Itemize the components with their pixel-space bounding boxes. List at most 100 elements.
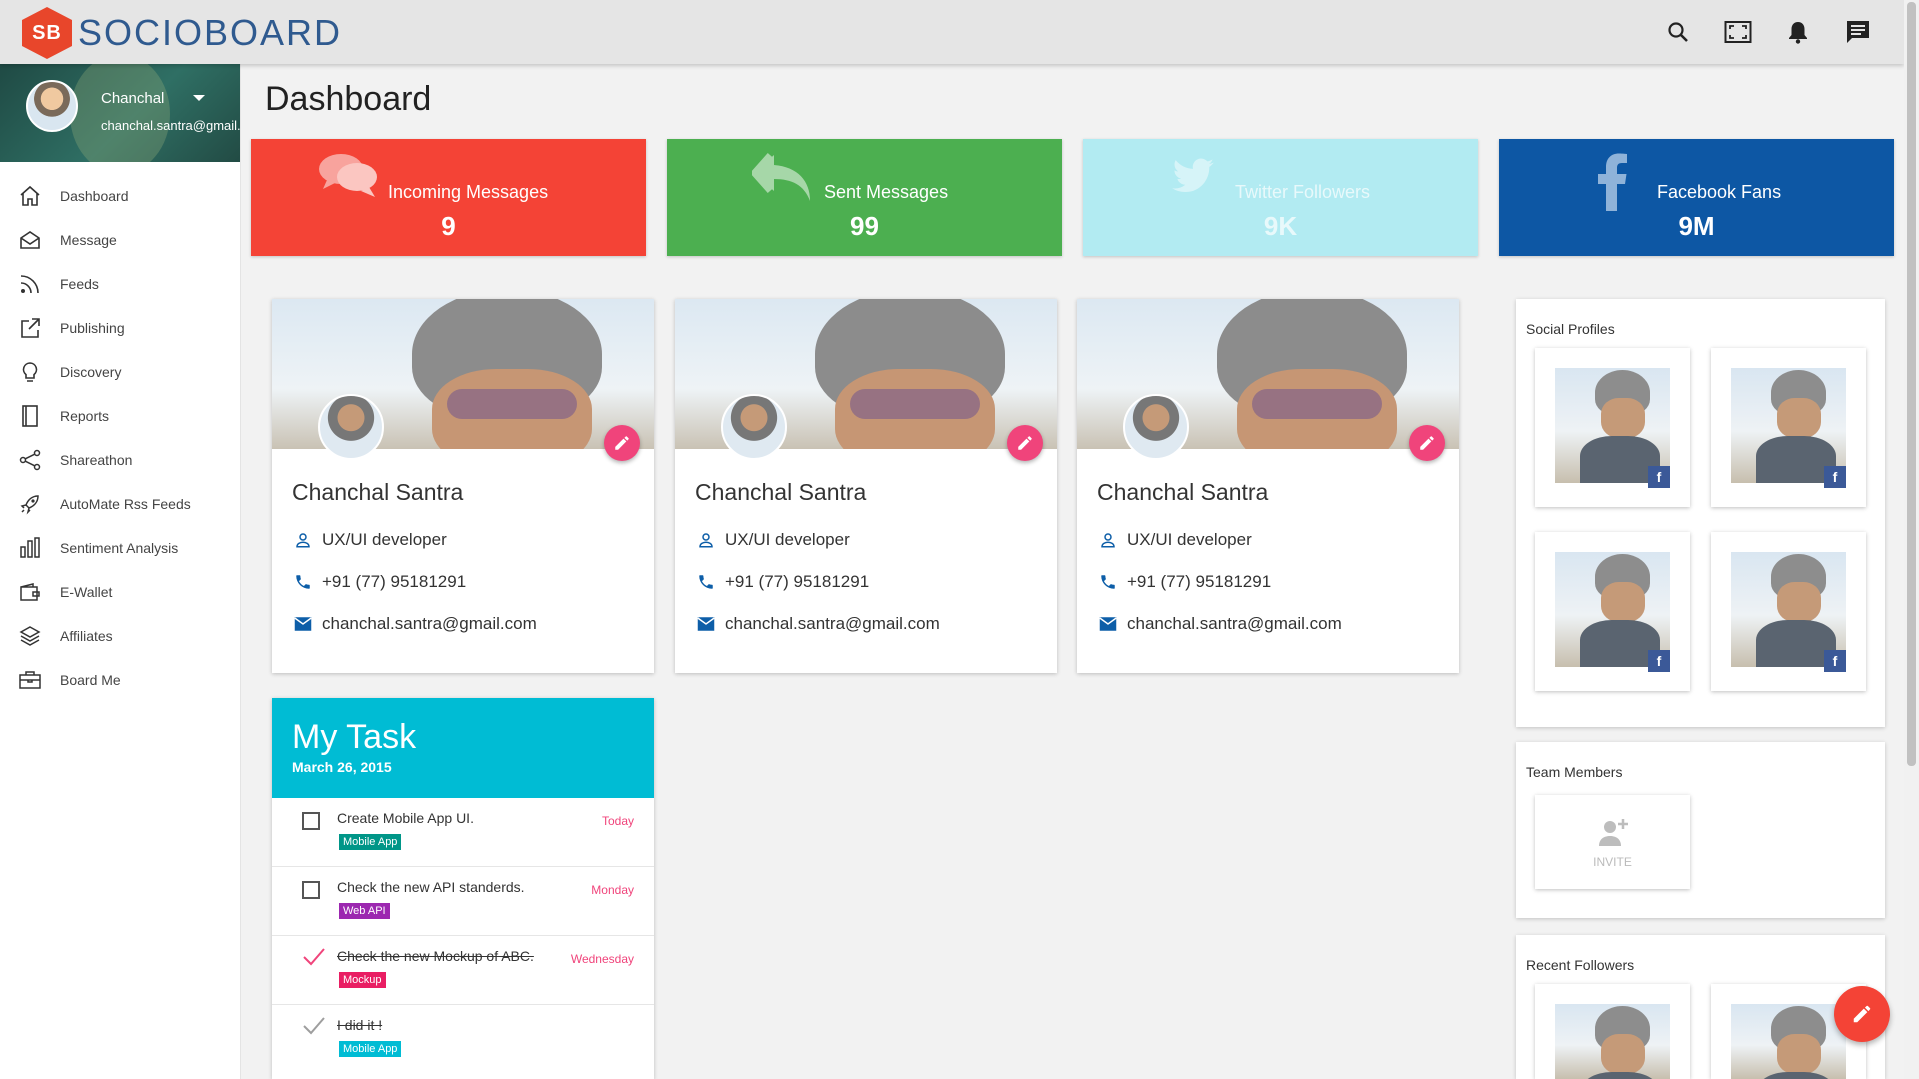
task-text: Create Mobile App UI.: [337, 810, 474, 826]
email-text[interactable]: chanchal.santra@gmail.com: [322, 614, 537, 634]
stat-value: 9M: [1678, 211, 1715, 241]
profile-email: chanchal.santra@gmail.com: [695, 613, 940, 635]
profile-card: Chanchal Santra UX/UI developer +91 (77)…: [272, 299, 654, 673]
sidebar-item-label: Message: [60, 232, 117, 248]
sidebar-item-label: Reports: [60, 408, 110, 424]
social-profile-thumb[interactable]: f: [1535, 348, 1690, 507]
checkmark-icon[interactable]: [302, 1015, 326, 1042]
avatar[interactable]: [1123, 394, 1189, 460]
sidebar-item-shareathon[interactable]: Shareathon: [0, 438, 240, 482]
follower-thumb[interactable]: [1535, 984, 1690, 1079]
mail-icon: [1097, 613, 1119, 635]
edit-button[interactable]: [1007, 425, 1043, 461]
task-text: Check the new Mockup of ABC.: [337, 948, 534, 964]
task-tag: Mockup: [339, 972, 386, 988]
profile-phone: +91 (77) 95181291: [1097, 571, 1271, 593]
phone-icon: [292, 571, 314, 593]
profile-photo: [1731, 1004, 1846, 1079]
mail-icon: [695, 613, 717, 635]
bell-icon[interactable]: [1782, 16, 1814, 48]
share-box-icon: [16, 314, 44, 342]
sidebar-item-message[interactable]: Message: [0, 218, 240, 262]
task-text: I did it !: [337, 1017, 383, 1033]
checkmark-icon[interactable]: [302, 946, 326, 973]
task-day: Monday: [591, 883, 634, 897]
recent-followers-panel: Recent Followers: [1516, 935, 1885, 1079]
stat-label: Facebook Fans: [1657, 182, 1782, 202]
email-text[interactable]: chanchal.santra@gmail.com: [1127, 614, 1342, 634]
sidebar-item-dashboard[interactable]: Dashboard: [0, 174, 240, 218]
social-profile-thumb[interactable]: f: [1535, 532, 1690, 691]
app-logo[interactable]: SB SOCIOBOARD: [22, 7, 342, 59]
pencil-icon: [1420, 436, 1434, 450]
sidebar-item-e-wallet[interactable]: E-Wallet: [0, 570, 240, 614]
sidebar-item-label: Sentiment Analysis: [60, 540, 179, 556]
sidebar-item-publishing[interactable]: Publishing: [0, 306, 240, 350]
task-day: Wednesday: [570, 952, 634, 966]
sidebar-item-reports[interactable]: Reports: [0, 394, 240, 438]
task-item: Create Mobile App UI. Today Mobile App: [272, 798, 654, 867]
sidebar-item-feeds[interactable]: Feeds: [0, 262, 240, 306]
edit-button[interactable]: [1409, 425, 1445, 461]
scrollbar-thumb[interactable]: [1907, 2, 1916, 766]
sidebar-item-label: Feeds: [60, 276, 99, 292]
social-profile-thumb[interactable]: f: [1711, 348, 1866, 507]
person-icon: [695, 529, 717, 551]
sidebar-item-board-me[interactable]: Board Me: [0, 658, 240, 702]
page-scrollbar[interactable]: [1904, 0, 1919, 1079]
sidebar: Chanchal chanchal.santra@gmail.com Dashb…: [0, 64, 241, 1079]
stat-sent-messages[interactable]: Sent Messages 99: [667, 139, 1062, 256]
avatar[interactable]: [318, 394, 384, 460]
avatar[interactable]: [26, 80, 78, 132]
stat-twitter-followers[interactable]: Twitter Followers 9K: [1083, 139, 1478, 256]
profile-name: Chanchal Santra: [1097, 479, 1269, 505]
search-icon[interactable]: [1662, 16, 1694, 48]
profile-card: Chanchal Santra UX/UI developer +91 (77)…: [1077, 299, 1459, 673]
task-checkbox[interactable]: [302, 812, 320, 830]
phone-icon: [1097, 571, 1119, 593]
profile-background: [70, 64, 170, 162]
stat-facebook-fans[interactable]: Facebook Fans 9M: [1499, 139, 1894, 256]
briefcase-icon: [16, 666, 44, 694]
sidebar-item-label: Board Me: [60, 672, 121, 688]
add-user-icon: [1596, 815, 1630, 854]
facebook-icon: f: [1824, 650, 1846, 672]
pencil-icon: [1853, 1005, 1871, 1023]
lightbulb-icon: [16, 358, 44, 386]
profile-role: UX/UI developer: [695, 529, 850, 551]
avatar[interactable]: [721, 394, 787, 460]
stat-incoming-messages[interactable]: Incoming Messages 9: [251, 139, 646, 256]
twitter-icon: [1165, 151, 1221, 206]
sidebar-item-label: E-Wallet: [60, 584, 113, 600]
compose-fab-button[interactable]: [1834, 986, 1890, 1042]
task-checkbox[interactable]: [302, 881, 320, 899]
facebook-icon: [1595, 151, 1629, 216]
invite-label: INVITE: [1593, 855, 1632, 869]
sidebar-item-label: Discovery: [60, 364, 122, 380]
sidebar-item-affiliates[interactable]: Affiliates: [0, 614, 240, 658]
chat-icon[interactable]: [1842, 16, 1874, 48]
person-icon: [292, 529, 314, 551]
profile-role: UX/UI developer: [1097, 529, 1252, 551]
task-day: Today: [601, 814, 634, 828]
fullscreen-icon[interactable]: [1722, 16, 1754, 48]
user-profile-header[interactable]: Chanchal chanchal.santra@gmail.com: [0, 64, 240, 162]
phone-text: +91 (77) 95181291: [322, 572, 467, 591]
logo-mark: SB: [22, 7, 72, 59]
phone-text: +91 (77) 95181291: [1127, 572, 1272, 591]
sidebar-item-automate-rss[interactable]: AutoMate Rss Feeds: [0, 482, 240, 526]
mail-icon: [292, 613, 314, 635]
chevron-down-icon[interactable]: [193, 95, 205, 101]
sidebar-item-discovery[interactable]: Discovery: [0, 350, 240, 394]
user-name: Chanchal: [101, 90, 165, 107]
sidebar-item-sentiment-analysis[interactable]: Sentiment Analysis: [0, 526, 240, 570]
sidebar-item-label: Affiliates: [60, 628, 113, 644]
social-profile-thumb[interactable]: f: [1711, 532, 1866, 691]
social-profiles-panel: Social Profiles f f f f: [1516, 299, 1885, 727]
sidebar-item-label: AutoMate Rss Feeds: [60, 496, 191, 512]
sidebar-item-label: Dashboard: [60, 188, 129, 204]
stat-value: 9K: [1263, 211, 1298, 241]
email-text[interactable]: chanchal.santra@gmail.com: [725, 614, 940, 634]
edit-button[interactable]: [604, 425, 640, 461]
invite-button[interactable]: INVITE: [1535, 795, 1690, 889]
